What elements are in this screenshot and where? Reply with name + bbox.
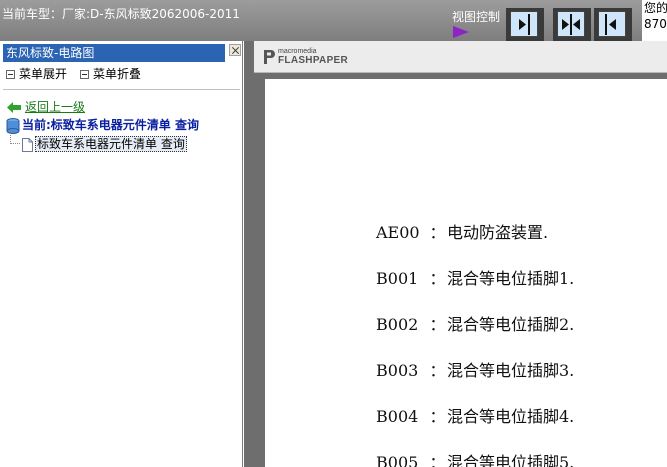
menu-expand-label: 菜单展开 [19, 67, 68, 81]
panel-left-icon [605, 14, 616, 35]
line-text: 混合等电位插脚4. [447, 407, 575, 426]
line-colon: ： [429, 361, 446, 380]
back-link-label: 返回上一级 [25, 100, 86, 114]
close-icon[interactable] [229, 44, 241, 56]
document-line: B004 ：混合等电位插脚4. [376, 403, 574, 427]
logo-flashpaper: FLASHPAPER [278, 55, 349, 66]
line-colon: ： [429, 453, 446, 467]
line-code: B005 [376, 453, 419, 467]
view-control-arrow-icon [453, 26, 469, 38]
current-car-model: 当前车型：厂家:D-东风标致2062006-2011 [2, 7, 240, 21]
menu-expand-button[interactable]: 菜单展开 [6, 65, 67, 82]
viewer-toolbar: macromedia FLASHPAPER [254, 41, 667, 73]
menu-collapse-label: 菜单折叠 [93, 67, 142, 81]
show-right-panel-button[interactable] [506, 8, 544, 41]
back-link[interactable]: 返回上一级 [7, 98, 85, 115]
line-colon: ： [429, 269, 446, 288]
document-line: B005 ：混合等电位插脚5. [376, 449, 574, 467]
menu-collapse-button[interactable]: 菜单折叠 [80, 65, 141, 82]
expand-box-icon [6, 70, 15, 79]
user-info: 您的 870 [642, 0, 667, 41]
current-location: 当前:标致车系电器元件清单 查询 [6, 116, 199, 134]
tree-item[interactable]: 标致车系电器元件清单 查询 [22, 135, 187, 152]
flashpaper-p-icon [264, 50, 275, 64]
tree-connector [10, 130, 20, 144]
line-text: 混合等电位插脚3. [447, 361, 575, 380]
top-bar: 当前车型：厂家:D-东风标致2062006-2011 视图控制 您的 870 [0, 0, 667, 41]
document-page: AE00 ：电动防盗装置. B001 ：混合等电位插脚1. B002 ：混合等电位插脚… [265, 79, 667, 467]
user-info-line2: 870 [644, 17, 667, 31]
line-code: AE00 [376, 223, 420, 242]
line-code: B004 [376, 407, 419, 426]
logo-macromedia: macromedia [278, 48, 317, 55]
line-code: B001 [376, 269, 419, 288]
line-colon: ： [429, 407, 446, 426]
document-line: B001 ：混合等电位插脚1. [376, 265, 574, 289]
document-line: B002 ：混合等电位插脚2. [376, 311, 574, 335]
line-text: 混合等电位插脚2. [447, 315, 575, 334]
left-panel: 东风标致-电路图 菜单展开 菜单折叠 返回上一级 当前:标致车系电器元件清单 查… [0, 41, 243, 467]
collapse-box-icon [80, 70, 89, 79]
panel-right-icon [519, 14, 530, 35]
show-left-panel-button[interactable] [594, 8, 632, 41]
back-arrow-icon [7, 102, 21, 113]
line-code: B002 [376, 315, 419, 334]
line-colon: ： [429, 223, 446, 242]
line-colon: ： [429, 315, 446, 334]
divider [3, 89, 240, 90]
tree-item-label: 标致车系电器元件清单 查询 [35, 136, 187, 152]
view-control-label: 视图控制 [452, 10, 501, 24]
document-icon [22, 137, 33, 152]
split-view-icon [562, 14, 580, 35]
split-view-button[interactable] [553, 8, 591, 41]
left-panel-title: 东风标致-电路图 [3, 44, 225, 62]
line-text: 混合等电位插脚1. [447, 269, 575, 288]
document-line: B003 ：混合等电位插脚3. [376, 357, 574, 381]
current-location-label: 当前:标致车系电器元件清单 查询 [22, 118, 199, 132]
line-code: B003 [376, 361, 419, 380]
document-viewer: macromedia FLASHPAPER AE00 ：电动防盗装置. B001：… [244, 41, 667, 467]
line-text: 混合等电位插脚5. [447, 453, 575, 467]
document-line: AE00 ：电动防盗装置. [376, 219, 548, 243]
user-info-line1: 您的 [644, 1, 667, 15]
line-text: 电动防盗装置. [447, 223, 549, 242]
